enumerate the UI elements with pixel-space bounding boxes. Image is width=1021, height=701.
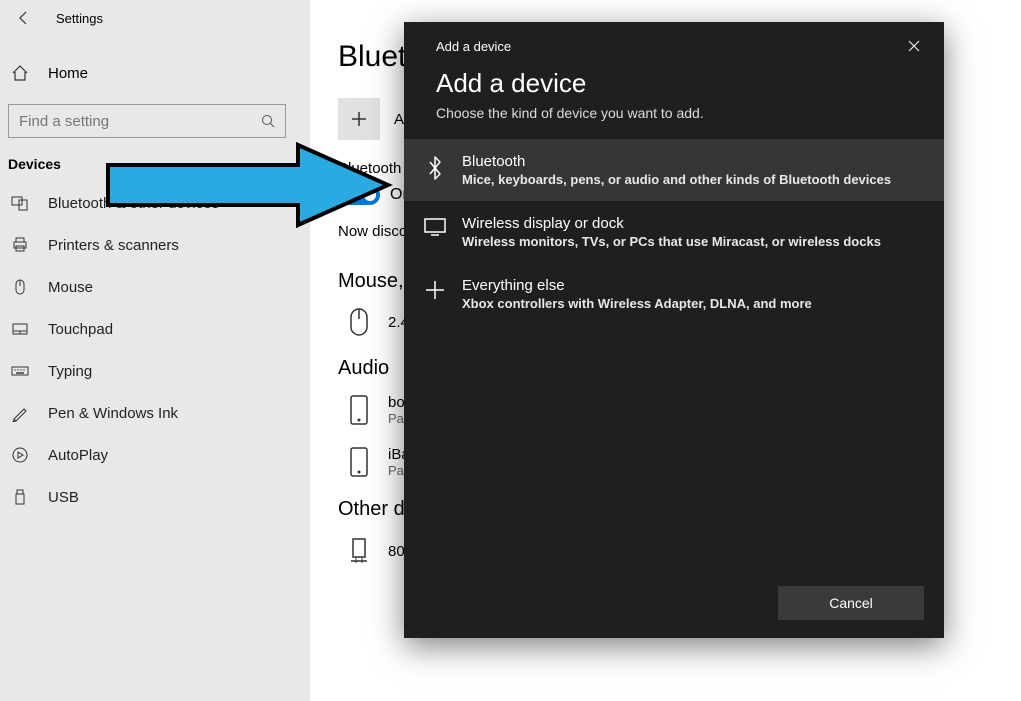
pen-icon	[10, 404, 30, 422]
back-arrow-icon[interactable]	[16, 10, 32, 26]
touchpad-icon	[10, 320, 30, 338]
option-title: Wireless display or dock	[462, 215, 881, 232]
sidebar-item-pen[interactable]: Pen & Windows Ink	[0, 392, 310, 434]
option-title: Bluetooth	[462, 153, 891, 170]
option-desc: Xbox controllers with Wireless Adapter, …	[462, 296, 812, 311]
search-input[interactable]	[19, 113, 261, 130]
search-box[interactable]	[8, 104, 286, 138]
mouse-icon	[10, 278, 30, 296]
sidebar-item-autoplay[interactable]: AutoPlay	[0, 434, 310, 476]
option-desc: Wireless monitors, TVs, or PCs that use …	[462, 234, 881, 249]
sidebar-item-label: Bluetooth & other devices	[48, 195, 219, 212]
modal-header: Add a device	[404, 22, 944, 60]
sidebar-item-printers[interactable]: Printers & scanners	[0, 224, 310, 266]
devices-icon	[10, 194, 30, 212]
sidebar-item-label: Touchpad	[48, 321, 113, 338]
close-icon[interactable]	[900, 36, 928, 56]
sidebar-item-label: Typing	[48, 363, 92, 380]
add-device-plus-icon[interactable]	[338, 98, 380, 140]
bluetooth-toggle[interactable]	[338, 185, 380, 205]
sidebar-item-label: Pen & Windows Ink	[48, 405, 178, 422]
sidebar-item-label: Mouse	[48, 279, 93, 296]
autoplay-icon	[10, 446, 30, 464]
plus-icon	[420, 279, 450, 301]
modal-option-bluetooth[interactable]: Bluetooth Mice, keyboards, pens, or audi…	[404, 139, 944, 201]
sidebar-item-mouse[interactable]: Mouse	[0, 266, 310, 308]
usb-icon	[10, 488, 30, 506]
option-text: Wireless display or dock Wireless monito…	[462, 215, 881, 249]
sidebar-item-typing[interactable]: Typing	[0, 350, 310, 392]
option-desc: Mice, keyboards, pens, or audio and othe…	[462, 172, 891, 187]
search-icon	[261, 114, 275, 128]
option-title: Everything else	[462, 277, 812, 294]
sidebar-item-touchpad[interactable]: Touchpad	[0, 308, 310, 350]
phone-icon	[338, 446, 380, 478]
option-text: Bluetooth Mice, keyboards, pens, or audi…	[462, 153, 891, 187]
sidebar-item-label: USB	[48, 489, 79, 506]
add-device-modal: Add a device Add a device Choose the kin…	[404, 22, 944, 638]
keyboard-icon	[10, 362, 30, 380]
window-title: Settings	[56, 11, 103, 26]
sidebar-header: Settings	[0, 0, 310, 34]
mouse-device-icon	[338, 307, 380, 337]
search-wrap	[0, 104, 310, 138]
sidebar-section-head: Devices	[0, 138, 310, 182]
bluetooth-icon	[420, 155, 450, 181]
home-icon	[10, 64, 30, 82]
option-text: Everything else Xbox controllers with Wi…	[462, 277, 812, 311]
sidebar-item-bluetooth[interactable]: Bluetooth & other devices	[0, 182, 310, 224]
modal-title: Add a device	[404, 60, 944, 105]
sidebar: Settings Home Devices Bluetooth & other …	[0, 0, 310, 701]
adapter-icon	[338, 535, 380, 567]
sidebar-item-label: Printers & scanners	[48, 237, 179, 254]
display-icon	[420, 217, 450, 237]
modal-option-wireless-display[interactable]: Wireless display or dock Wireless monito…	[404, 201, 944, 263]
modal-header-title: Add a device	[436, 39, 511, 54]
printer-icon	[10, 236, 30, 254]
home-label: Home	[48, 65, 88, 82]
sidebar-home[interactable]: Home	[0, 52, 310, 94]
sidebar-item-usb[interactable]: USB	[0, 476, 310, 518]
modal-footer: Cancel	[404, 572, 944, 638]
modal-option-everything-else[interactable]: Everything else Xbox controllers with Wi…	[404, 263, 944, 325]
cancel-button[interactable]: Cancel	[778, 586, 924, 620]
phone-icon	[338, 394, 380, 426]
modal-subtitle: Choose the kind of device you want to ad…	[404, 105, 944, 139]
sidebar-item-label: AutoPlay	[48, 447, 108, 464]
